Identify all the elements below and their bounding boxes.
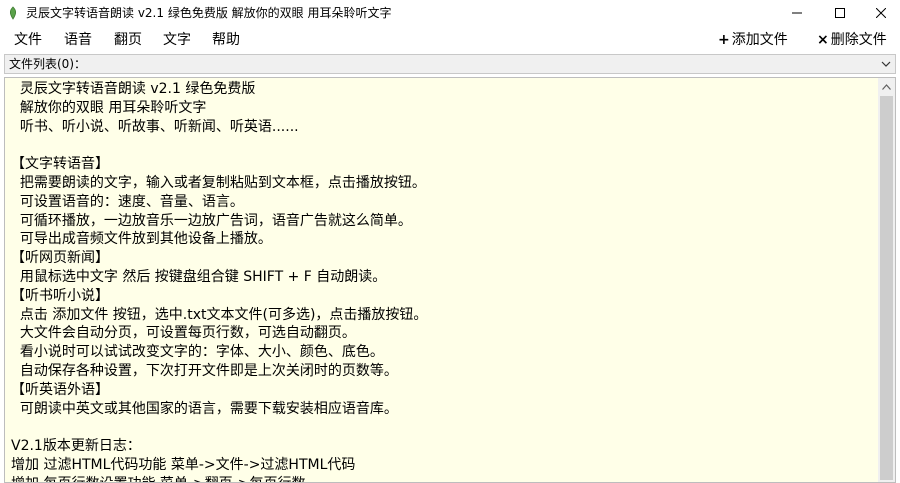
delete-file-button[interactable]: × 删除文件: [817, 31, 887, 49]
editor-line: 可设置语音的：速度、音量、语言。: [11, 193, 244, 210]
editor-line: 用鼠标选中文字 然后 按键盘组合键 SHIFT + F 自动朗读。: [11, 268, 387, 285]
close-button[interactable]: [858, 0, 900, 26]
editor-line: 【听英语外语】: [11, 381, 109, 398]
chevron-up-icon: [882, 83, 891, 90]
maximize-button[interactable]: [817, 0, 863, 26]
editor-line: 解放你的双眼 用耳朵聆听文字: [11, 99, 207, 116]
scroll-thumb[interactable]: [880, 96, 893, 480]
menu-text[interactable]: 文字: [163, 31, 191, 49]
editor-line: 大文件会自动分页，可设置每页行数，可选自动翻页。: [11, 325, 356, 342]
editor-line: 可朗读中英文或其他国家的语言，需要下载安装相应语音库。: [11, 400, 398, 417]
minimize-button[interactable]: [774, 0, 820, 26]
editor-line: 【听书听小说】: [11, 287, 109, 304]
scroll-up-button[interactable]: [878, 78, 895, 95]
title-bar: 灵辰文字转语音朗读 v2.1 绿色免费版 解放你的双眼 用耳朵聆听文字: [0, 0, 900, 26]
file-list-label: 文件列表(0)：: [9, 57, 86, 71]
menu-file[interactable]: 文件: [14, 31, 42, 49]
menu-help[interactable]: 帮助: [212, 31, 240, 49]
editor-line: 把需要朗读的文字，输入或者复制粘贴到文本框，点击播放按钮。: [11, 174, 426, 191]
add-file-button[interactable]: + 添加文件: [718, 31, 788, 49]
plus-icon: +: [718, 32, 730, 48]
file-list-dropdown[interactable]: 文件列表(0)：: [4, 54, 896, 74]
menu-page[interactable]: 翻页: [114, 31, 142, 49]
editor-line: 【听网页新闻】: [11, 250, 109, 267]
vertical-scrollbar[interactable]: [878, 78, 895, 482]
editor-line: 【文字转语音】: [11, 156, 109, 173]
editor-line: 增加 过滤HTML代码功能 菜单->文件->过滤HTML代码: [11, 456, 356, 473]
minimize-icon: [792, 12, 802, 14]
editor-text[interactable]: 灵辰文字转语音朗读 v2.1 绿色免费版 解放你的双眼 用耳朵聆听文字 听书、听…: [11, 80, 877, 482]
editor-line: 可循环播放，一边放音乐一边放广告词，语音广告就这么简单。: [11, 212, 412, 229]
menu-bar: 文件 语音 翻页 文字 帮助 + 添加文件 × 删除文件: [0, 26, 900, 54]
editor-line: 听书、听小说、听故事、听新闻、听英语......: [11, 118, 299, 135]
maximize-icon: [835, 8, 845, 18]
editor-line: 灵辰文字转语音朗读 v2.1 绿色免费版: [11, 81, 256, 97]
editor-line: 看小说时可以试试改变文字的：字体、大小、颜色、底色。: [11, 344, 384, 361]
x-icon: ×: [817, 32, 829, 48]
delete-file-label: 删除文件: [830, 32, 887, 48]
window-title: 灵辰文字转语音朗读 v2.1 绿色免费版 解放你的双眼 用耳朵聆听文字: [26, 6, 392, 20]
app-icon: [9, 6, 17, 20]
text-editor[interactable]: 灵辰文字转语音朗读 v2.1 绿色免费版 解放你的双眼 用耳朵聆听文字 听书、听…: [4, 77, 896, 483]
editor-line: 点击 添加文件 按钮，选中.txt文本文件(可多选)，点击播放按钮。: [11, 306, 428, 323]
close-icon: [876, 8, 886, 18]
chevron-down-icon[interactable]: [881, 59, 891, 69]
menu-voice[interactable]: 语音: [64, 31, 92, 49]
editor-line: 增加 每页行数设置功能 菜单->翻页->每页行数: [11, 475, 877, 482]
editor-line: V2.1版本更新日志：: [11, 438, 141, 455]
editor-line: 自动保存各种设置，下次打开文件即是上次关闭时的页数等。: [11, 362, 398, 379]
add-file-label: 添加文件: [731, 32, 788, 48]
editor-line: 可导出成音频文件放到其他设备上播放。: [11, 231, 272, 248]
